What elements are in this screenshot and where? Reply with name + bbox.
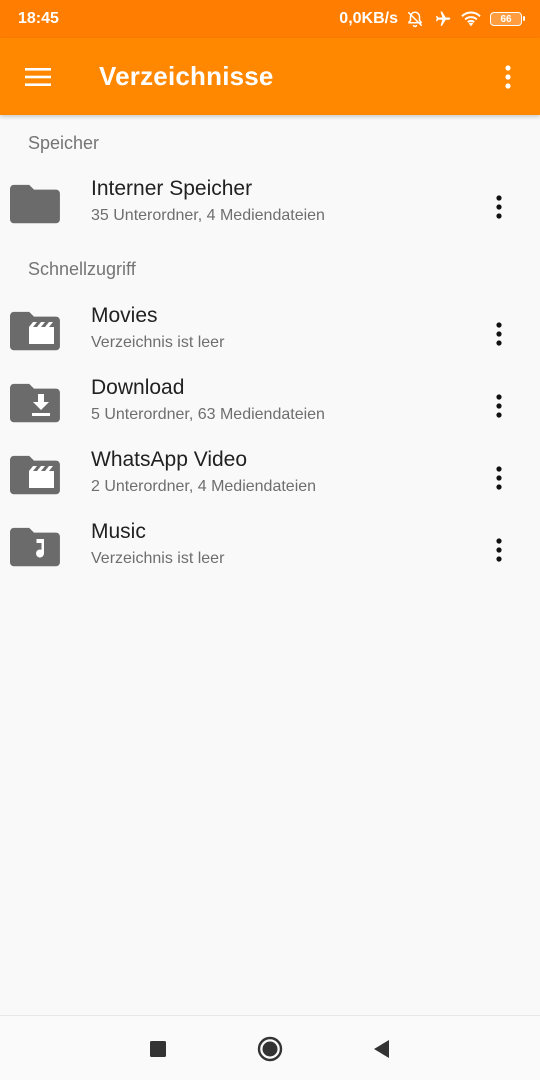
status-bar: 18:45 0,0KB/s 66 [0, 0, 540, 38]
app-bar: Verzeichnisse [0, 38, 540, 115]
more-vert-icon [496, 322, 502, 346]
section-header-speicher: Speicher [28, 133, 100, 153]
recents-button[interactable] [143, 1034, 173, 1064]
item-more-button[interactable] [482, 458, 516, 498]
list-item-music[interactable]: Music Verzeichnis ist leer [0, 516, 540, 588]
back-triangle-icon [374, 1040, 389, 1058]
battery-level: 66 [500, 13, 512, 25]
item-subtitle: 35 Unterordner, 4 Mediendateien [91, 207, 325, 224]
item-more-button[interactable] [482, 314, 516, 354]
list-item-interner-speicher[interactable]: Interner Speicher 35 Unterordner, 4 Medi… [0, 173, 540, 245]
battery-icon: 66 [490, 12, 525, 26]
list-item-download[interactable]: Download 5 Unterordner, 63 Mediendateien [0, 372, 540, 444]
more-vert-icon [505, 65, 511, 89]
folder-icon [10, 184, 60, 224]
item-title: WhatsApp Video [91, 448, 248, 471]
system-nav-bar [0, 1015, 540, 1080]
item-more-button[interactable] [482, 187, 516, 227]
item-title: Music [91, 520, 146, 543]
item-title: Movies [91, 304, 158, 327]
network-speed: 0,0KB/s [339, 10, 398, 27]
menu-icon [25, 67, 51, 86]
item-subtitle: 5 Unterordner, 63 Mediendateien [91, 406, 325, 423]
more-vert-icon [496, 394, 502, 418]
more-vert-icon [496, 466, 502, 490]
home-button[interactable] [255, 1034, 285, 1064]
overflow-menu-button[interactable] [490, 56, 526, 98]
folder-video-icon [10, 455, 60, 495]
home-circle-icon [257, 1036, 283, 1062]
list-item-whatsapp-video[interactable]: WhatsApp Video 2 Unterordner, 4 Medienda… [0, 444, 540, 516]
item-subtitle: 2 Unterordner, 4 Mediendateien [91, 478, 317, 495]
folder-download-icon [10, 383, 60, 423]
notifications-off-icon [406, 10, 424, 28]
folder-video-icon [10, 311, 60, 351]
item-subtitle: Verzeichnis ist leer [91, 334, 225, 351]
item-subtitle: Verzeichnis ist leer [91, 550, 225, 567]
item-more-button[interactable] [482, 530, 516, 570]
wifi-icon [460, 10, 482, 28]
status-indicators: 0,0KB/s 66 [339, 10, 525, 28]
page-title: Verzeichnisse [99, 61, 274, 91]
recents-square-icon [150, 1041, 166, 1057]
folder-music-icon [10, 527, 60, 567]
list-item-movies[interactable]: Movies Verzeichnis ist leer [0, 300, 540, 372]
status-time: 18:45 [18, 10, 59, 27]
more-vert-icon [496, 538, 502, 562]
item-title: Download [91, 376, 185, 399]
airplane-icon [432, 10, 452, 28]
section-header-schnellzugriff: Schnellzugriff [28, 259, 136, 279]
item-more-button[interactable] [482, 386, 516, 426]
back-button[interactable] [366, 1034, 396, 1064]
more-vert-icon [496, 195, 502, 219]
item-title: Interner Speicher [91, 177, 253, 200]
menu-button[interactable] [0, 38, 76, 115]
